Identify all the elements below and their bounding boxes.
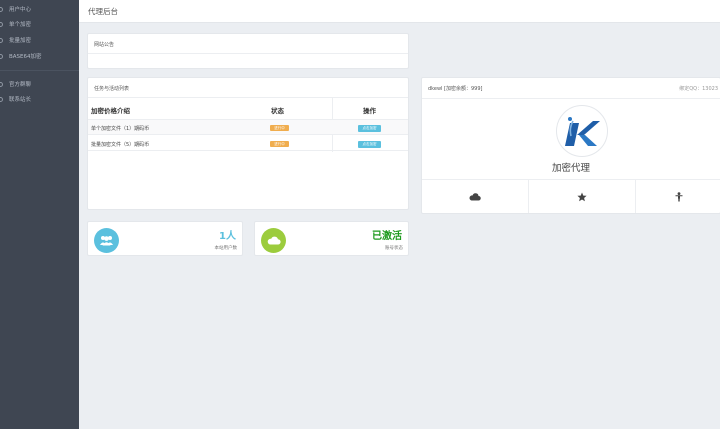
status-badge: 进行中 xyxy=(270,125,289,131)
circle-icon xyxy=(0,37,3,43)
cloud-icon xyxy=(261,228,286,253)
announcement-title: 网站公告 xyxy=(94,42,115,48)
task-name: 批量加密文件（5）期码币 xyxy=(91,142,150,148)
profile-star-tab[interactable] xyxy=(529,180,636,213)
table-row: 批量加密文件（5）期码币 进行中 点击加密 xyxy=(88,136,408,151)
divider xyxy=(422,98,720,99)
user-count-label: 本站用户数 xyxy=(214,246,238,251)
profile-username: dkewl [加密余额：999] xyxy=(428,86,483,92)
status-badge: 进行中 xyxy=(270,141,289,147)
profile-cloud-tab[interactable] xyxy=(422,180,529,213)
sidebar-item-label: BASE64加密 xyxy=(9,54,42,60)
top-header: 代理后台 xyxy=(79,0,720,23)
circle-icon xyxy=(0,81,3,87)
sidebar-item-single-encrypt[interactable]: 单个加密 xyxy=(0,19,31,29)
sidebar-divider xyxy=(0,70,79,71)
star-icon xyxy=(577,192,587,202)
task-list-title: 任务与活动列表 xyxy=(94,86,130,92)
account-status-label: 账号状态 xyxy=(385,246,403,251)
sidebar-item-label: 批量加密 xyxy=(9,38,32,44)
sidebar: 用户中心 单个加密 批量加密 BASE64加密 官方群聊 联系站长 xyxy=(0,0,79,429)
circle-icon xyxy=(0,96,3,102)
column-header-price: 加密价格介绍 xyxy=(91,107,130,115)
user-count-value: 1人 xyxy=(219,231,236,242)
account-status-value: 已激活 xyxy=(372,231,402,242)
user-count-card: 1人 本站用户数 xyxy=(87,221,243,256)
encrypt-button[interactable]: 点击加密 xyxy=(358,125,381,132)
profile-qq: 绑定QQ：13023 xyxy=(679,86,718,92)
circle-icon xyxy=(0,21,3,27)
sidebar-item-batch-encrypt[interactable]: 批量加密 xyxy=(0,35,31,45)
person-icon xyxy=(675,192,683,202)
table-row: 单个加密文件（1）期码币 进行中 点击加密 xyxy=(88,120,408,135)
sidebar-item-label: 单个加密 xyxy=(9,22,32,28)
profile-name: 加密代理 xyxy=(551,163,590,174)
users-icon xyxy=(94,228,119,253)
column-header-action: 操作 xyxy=(363,107,376,115)
brand-logo xyxy=(556,105,608,157)
sidebar-item-user-center[interactable]: 用户中心 xyxy=(0,4,31,14)
announcement-panel: 网站公告 xyxy=(87,33,409,69)
sidebar-item-contact-admin[interactable]: 联系站长 xyxy=(0,94,31,104)
encrypt-button[interactable]: 点击加密 xyxy=(358,141,381,148)
circle-icon xyxy=(0,53,3,59)
account-status-card: 已激活 账号状态 xyxy=(254,221,409,256)
profile-person-tab[interactable] xyxy=(636,180,720,213)
cloud-icon xyxy=(469,193,481,201)
sidebar-item-label: 联系站长 xyxy=(9,97,32,103)
circle-icon xyxy=(0,6,3,12)
sidebar-item-official-group[interactable]: 官方群聊 xyxy=(0,79,31,89)
sidebar-item-base64-encrypt[interactable]: BASE64加密 xyxy=(0,51,42,61)
sidebar-item-label: 官方群聊 xyxy=(9,82,32,88)
divider xyxy=(88,97,408,98)
profile-card: dkewl [加密余额：999] 绑定QQ：13023 加密代理 xyxy=(421,77,720,214)
page-title: 代理后台 xyxy=(88,7,118,16)
column-header-status: 状态 xyxy=(271,107,284,115)
task-name: 单个加密文件（1）期码币 xyxy=(91,126,150,132)
task-list-panel: 任务与活动列表 加密价格介绍 状态 操作 单个加密文件（1）期码币 进行中 点击… xyxy=(87,77,409,210)
divider xyxy=(88,53,408,54)
sidebar-item-label: 用户中心 xyxy=(9,7,32,13)
